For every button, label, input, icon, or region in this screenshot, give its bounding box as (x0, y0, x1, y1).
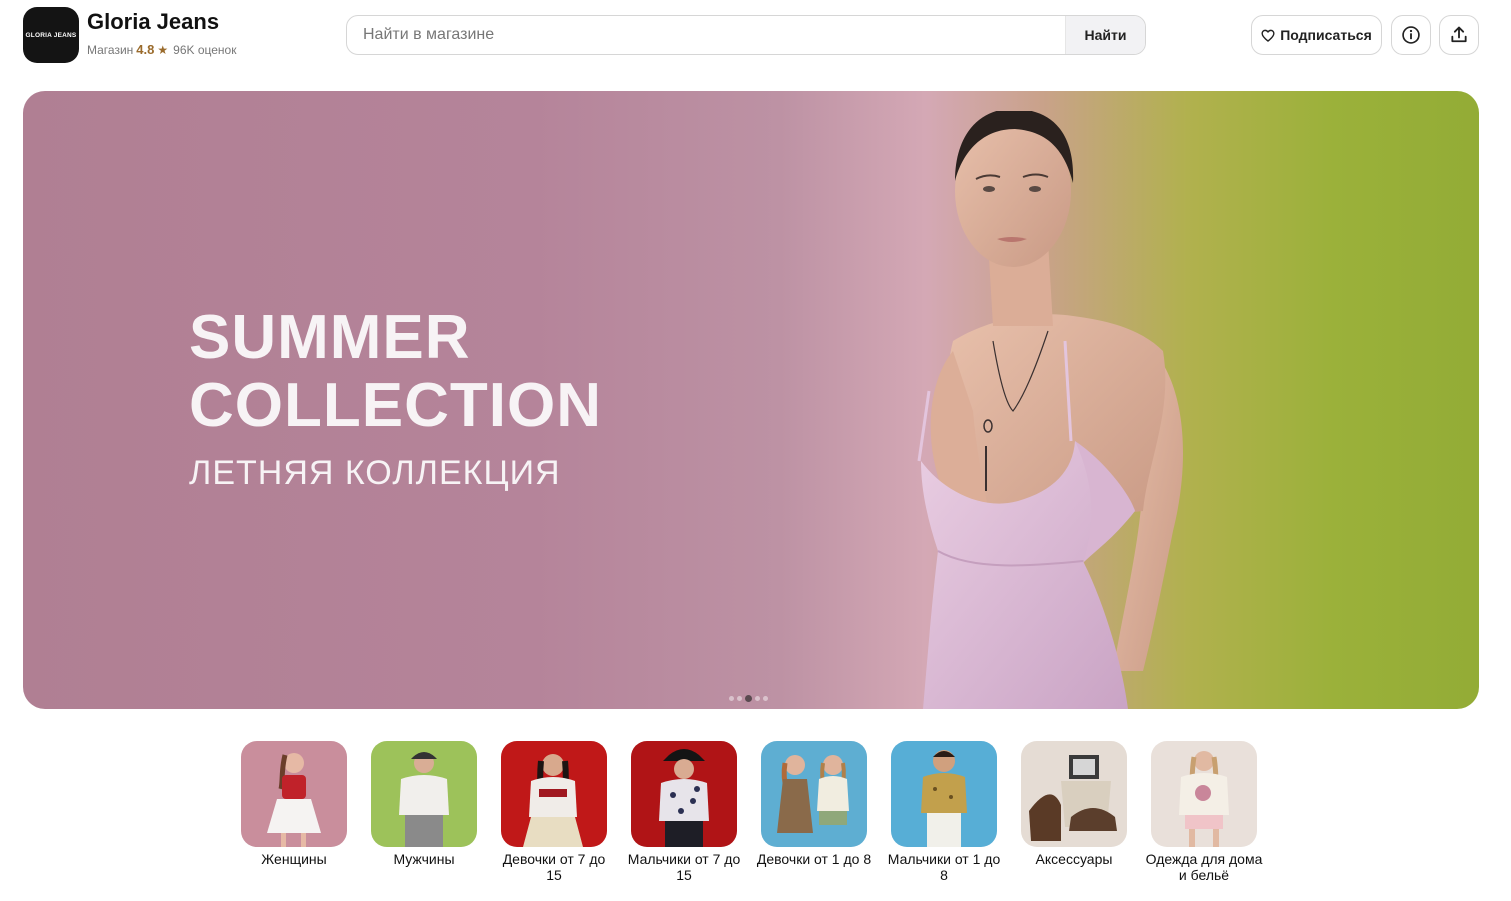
category-label: Женщины (261, 851, 327, 867)
reviews-count[interactable]: 96K оценок (173, 43, 236, 57)
category-girls-7-15-image (501, 741, 607, 847)
store-header: GLORIA JEANS Gloria Jeans Магазин 4.8 ★ … (0, 0, 1511, 72)
slider-dot[interactable] (763, 696, 768, 701)
category-label: Мужчины (393, 851, 455, 867)
logo-text: GLORIA JEANS (25, 31, 77, 39)
category-label: Одежда для дома и бельё (1145, 851, 1263, 883)
category-label: Мальчики от 1 до 8 (887, 851, 1001, 883)
banner-title-line1: SUMMER (189, 303, 471, 372)
category-girls-7-15[interactable]: Девочки от 7 до 15 (501, 741, 607, 883)
category-girls-1-8[interactable]: Девочки от 1 до 8 (757, 741, 871, 883)
category-homewear[interactable]: Одежда для дома и бельё (1146, 741, 1262, 883)
category-label: Мальчики от 7 до 15 (627, 851, 741, 883)
search-input[interactable] (347, 16, 1065, 54)
category-accessories-image (1021, 741, 1127, 847)
category-men[interactable]: Мужчины (371, 741, 477, 883)
slider-dot[interactable] (755, 696, 760, 701)
slider-dot[interactable] (745, 695, 752, 702)
store-type: Магазин (87, 42, 134, 57)
category-women[interactable]: Женщины (241, 741, 347, 883)
category-men-image (371, 741, 477, 847)
model-photo (917, 111, 1183, 709)
store-logo[interactable]: GLORIA JEANS (23, 7, 79, 63)
category-women-image (241, 741, 347, 847)
category-label: Аксессуары (1035, 851, 1113, 867)
star-icon: ★ (157, 42, 169, 57)
category-homewear-image (1151, 741, 1257, 847)
heart-icon (1261, 29, 1275, 42)
category-boys-1-8[interactable]: Мальчики от 1 до 8 (888, 741, 1000, 883)
info-button[interactable] (1391, 15, 1431, 55)
slider-dot[interactable] (737, 696, 742, 701)
store-meta: Магазин 4.8 ★ 96K оценок (87, 42, 236, 57)
search-button[interactable]: Найти (1065, 16, 1145, 54)
banner-text: SUMMER COLLECTION ЛЕТНЯЯ КОЛЛЕКЦИЯ (189, 304, 602, 493)
share-button[interactable] (1439, 15, 1479, 55)
slider-dot[interactable] (729, 696, 734, 701)
banner-subtitle: ЛЕТНЯЯ КОЛЛЕКЦИЯ (189, 454, 561, 492)
promo-banner[interactable]: SUMMER COLLECTION ЛЕТНЯЯ КОЛЛЕКЦИЯ (23, 91, 1479, 709)
category-label: Девочки от 1 до 8 (756, 851, 872, 867)
store-rating: 4.8 (136, 42, 155, 57)
category-list: Женщины Мужчины Девочки от 7 до 15 Мальч… (241, 741, 1262, 883)
store-name[interactable]: Gloria Jeans (87, 9, 219, 35)
category-boys-1-8-image (891, 741, 997, 847)
search-bar: Найти (346, 15, 1146, 55)
category-boys-7-15-image (631, 741, 737, 847)
category-accessories[interactable]: Аксессуары (1021, 741, 1127, 883)
info-icon (1402, 26, 1420, 44)
slider-dots (729, 695, 768, 702)
category-girls-1-8-image (761, 741, 867, 847)
subscribe-label: Подписаться (1280, 27, 1372, 43)
share-icon (1451, 26, 1467, 43)
category-boys-7-15[interactable]: Мальчики от 7 до 15 (628, 741, 740, 883)
subscribe-button[interactable]: Подписаться (1251, 15, 1382, 55)
banner-title-line2: COLLECTION (189, 371, 602, 440)
category-label: Девочки от 7 до 15 (502, 851, 606, 883)
